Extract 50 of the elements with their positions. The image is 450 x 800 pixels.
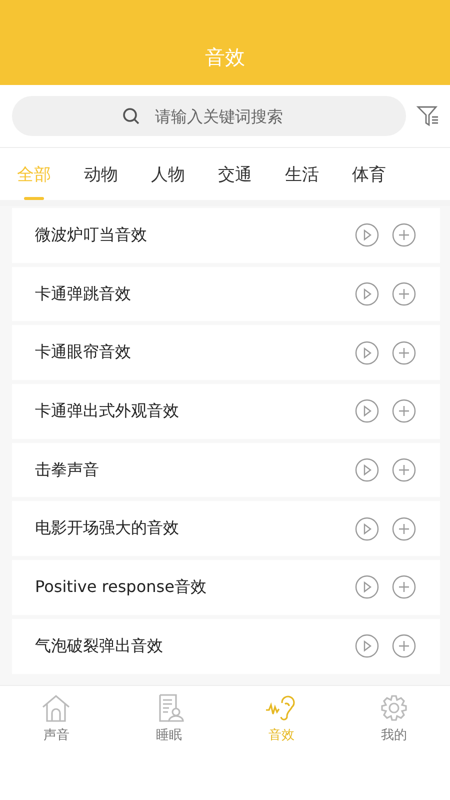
nav-label: 我的 [380, 726, 407, 744]
sound-card[interactable]: 击拳声音 [12, 442, 440, 498]
category-tab[interactable]: 生活 [285, 148, 319, 200]
nav-tab[interactable]: 睡眠 [112, 686, 225, 750]
sound-card[interactable]: 气泡破裂弹出音效 [12, 618, 440, 674]
nav-tab[interactable]: 我的 [338, 686, 450, 750]
search-icon [122, 107, 140, 125]
add-icon[interactable] [392, 223, 416, 248]
sound-name: 卡通弹出式外观音效 [35, 400, 180, 422]
play-icon[interactable] [355, 575, 379, 600]
play-icon[interactable] [355, 223, 379, 248]
add-icon[interactable] [392, 458, 416, 482]
category-tab[interactable]: 交通 [218, 148, 252, 200]
sound-name: 微波炉叮当音效 [35, 224, 148, 246]
sound-card[interactable]: 卡通弹跳音效 [12, 266, 440, 322]
play-icon[interactable] [355, 634, 379, 658]
play-icon[interactable] [355, 340, 379, 365]
category-tab[interactable]: 人物 [151, 148, 185, 200]
play-icon[interactable] [355, 516, 379, 541]
add-icon[interactable] [392, 282, 416, 306]
sound-card[interactable]: 卡通眼帘音效 [12, 325, 440, 380]
category-tab[interactable]: 体育 [352, 148, 386, 200]
sound-name: Positive response音效 [35, 576, 208, 598]
sound-card[interactable]: Positive response音效 [12, 560, 440, 615]
add-icon[interactable] [392, 340, 416, 365]
sound-name: 卡通弹跳音效 [35, 284, 132, 305]
sound-name: 击拳声音 [35, 460, 100, 481]
nav-tab[interactable]: 声音 [0, 686, 112, 750]
sound-card[interactable]: 电影开场强大的音效 [12, 501, 440, 556]
add-icon[interactable] [392, 516, 416, 541]
search-field[interactable]: 请输入关键词搜索 [12, 96, 406, 136]
add-icon[interactable] [392, 634, 416, 658]
nav-label: 音效 [268, 726, 294, 744]
filter-icon[interactable] [416, 104, 440, 128]
sound-card[interactable]: 卡通弹出式外观音效 [12, 384, 440, 439]
sound-name: 电影开场强大的音效 [35, 518, 180, 540]
sound-name: 气泡破裂弹出音效 [35, 636, 164, 657]
nav-label: 睡眠 [156, 726, 182, 744]
play-icon[interactable] [355, 282, 379, 306]
category-tab[interactable]: 动物 [84, 148, 118, 200]
add-icon[interactable] [392, 575, 416, 600]
ear-icon [265, 692, 298, 722]
add-icon[interactable] [392, 399, 416, 424]
sound-name: 卡通眼帘音效 [35, 342, 132, 364]
play-icon[interactable] [355, 458, 379, 482]
nav-label: 声音 [43, 726, 70, 744]
page-title: 音效 [205, 44, 245, 71]
play-icon[interactable] [355, 399, 379, 424]
home-icon [40, 692, 72, 722]
sound-card[interactable]: 微波炉叮当音效 [12, 208, 440, 263]
